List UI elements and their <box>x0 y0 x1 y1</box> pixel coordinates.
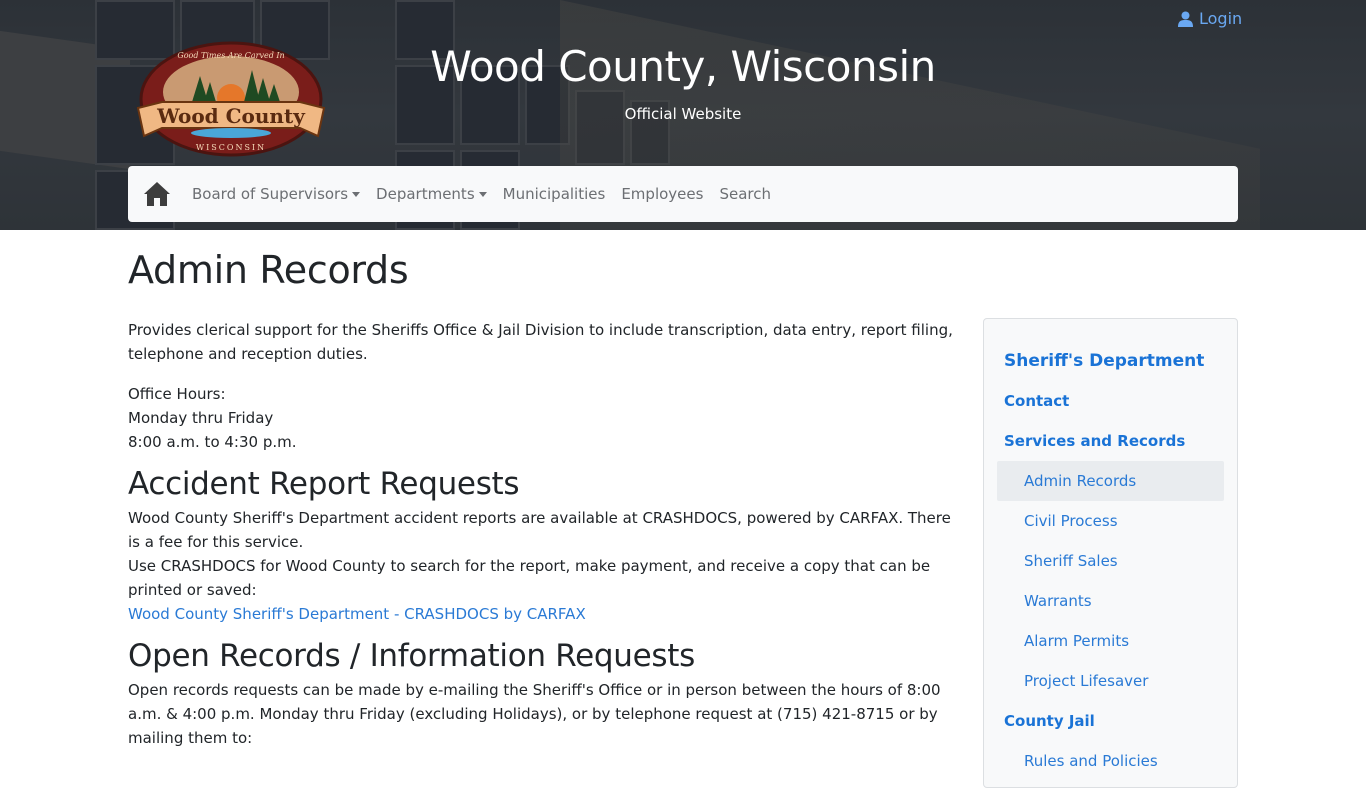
home-icon[interactable] <box>144 181 170 207</box>
sidebar-item-project-lifesaver[interactable]: Project Lifesaver <box>984 661 1237 701</box>
nav-board-of-supervisors[interactable]: Board of Supervisors <box>192 185 361 203</box>
sidebar-item-county-jail[interactable]: County Jail <box>984 701 1237 741</box>
sidebar-item-civil-process[interactable]: Civil Process <box>984 501 1237 541</box>
sidebar-item-rules-and-policies[interactable]: Rules and Policies <box>984 741 1237 781</box>
nav-departments[interactable]: Departments <box>376 185 487 203</box>
nav-search[interactable]: Search <box>719 185 771 203</box>
hours-time: 8:00 a.m. to 4:30 p.m. <box>128 433 297 451</box>
main-content: Provides clerical support for the Sherif… <box>128 318 958 766</box>
open-records-heading: Open Records / Information Requests <box>128 638 695 674</box>
accident-text: Wood County Sheriff's Department acciden… <box>128 509 951 623</box>
nav-municipalities[interactable]: Municipalities <box>503 185 606 203</box>
crashdocs-link[interactable]: Wood County Sheriff's Department - CRASH… <box>128 605 586 623</box>
user-icon <box>1178 11 1193 27</box>
accident-heading: Accident Report Requests <box>128 466 520 502</box>
login-link[interactable]: Login <box>1178 9 1242 28</box>
header-banner: Wood County WISCONSIN Good Times Are Car… <box>0 0 1366 230</box>
sidebar-item-admin-records[interactable]: Admin Records <box>997 461 1224 501</box>
office-hours: Office Hours: Monday thru Friday 8:00 a.… <box>128 382 958 454</box>
caret-down-icon <box>352 191 361 197</box>
intro-text: Provides clerical support for the Sherif… <box>128 321 953 363</box>
nav-employees[interactable]: Employees <box>621 185 703 203</box>
svg-text:WISCONSIN: WISCONSIN <box>196 143 266 152</box>
main-navbar: Board of Supervisors Departments Municip… <box>128 166 1238 222</box>
login-label: Login <box>1199 9 1243 28</box>
open-records-text: Open records requests can be made by e-m… <box>128 681 941 747</box>
hours-days: Monday thru Friday <box>128 409 274 427</box>
site-subtitle: Official Website <box>624 105 742 123</box>
page-title: Admin Records <box>128 248 409 292</box>
sidebar-item-sheriff-sales[interactable]: Sheriff Sales <box>984 541 1237 581</box>
sidebar-heading-sheriffs-department[interactable]: Sheriff's Department <box>984 341 1237 381</box>
sidebar-item-warrants[interactable]: Warrants <box>984 581 1237 621</box>
sidebar-nav: Sheriff's Department Contact Services an… <box>983 318 1238 788</box>
hours-label: Office Hours: <box>128 385 226 403</box>
caret-down-icon <box>478 191 487 197</box>
sidebar-item-services-and-records[interactable]: Services and Records <box>984 421 1237 461</box>
sidebar-item-alarm-permits[interactable]: Alarm Permits <box>984 621 1237 661</box>
sidebar-item-contact[interactable]: Contact <box>984 381 1237 421</box>
site-title: Wood County, Wisconsin <box>430 42 936 91</box>
